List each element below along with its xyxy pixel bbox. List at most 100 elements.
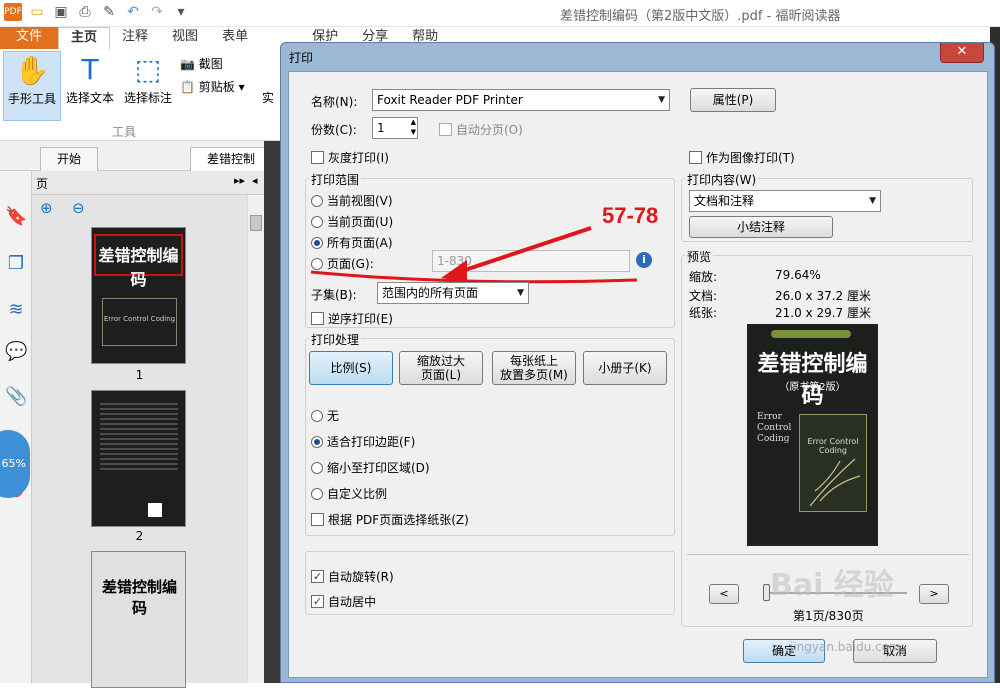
radio-shrink[interactable]: 缩小至打印区域(D) [311,459,430,476]
print-range-title: 打印范围 [309,171,362,188]
reverse-box [311,312,324,325]
grayscale-label: 灰度打印(I) [328,151,389,165]
select-annotation-icon: ⬚ [134,53,162,86]
preview-next-button[interactable]: > [919,584,949,604]
tab-file[interactable]: 文件 [0,27,59,49]
comments-icon[interactable]: 💬 [5,341,27,363]
fit-large-line2: 页面(L) [420,368,462,382]
zoom-in-thumb-icon[interactable]: ⊕ [40,199,53,217]
ribbon-home: ✋ 手形工具 T 选择文本 ⬚ 选择标注 📷 截图 📋 剪贴板 ▾ 实 工具 [0,49,280,141]
preview-slider-thumb[interactable] [763,584,770,601]
auto-center-label: 自动居中 [328,595,377,609]
radio-shrink-label: 缩小至打印区域(D) [327,461,430,475]
grayscale-checkbox[interactable]: 灰度打印(I) [311,149,389,166]
preview-paper-value: 21.0 x 29.7 厘米 [775,306,871,320]
preview-paper-label: 纸张: [689,306,718,320]
chevron-down-icon: ▼ [517,288,524,298]
tab-comment[interactable]: 注释 [110,27,160,49]
hand-tool-button[interactable]: ✋ 手形工具 [3,51,61,121]
radio-custom-scale-label: 自定义比例 [327,487,388,501]
radio-scale-none[interactable]: 无 [311,407,339,424]
select-annotation-label: 选择标注 [123,91,172,105]
reverse-label: 逆序打印(E) [328,312,393,326]
page-thumbnail-1[interactable]: 差错控制编码 Error Control Coding [91,227,186,364]
page-thumbnail-3[interactable]: 差错控制编码 [91,551,186,688]
booklet-button[interactable]: 小册子(K) [583,351,667,385]
save-icon[interactable]: ▣ [52,3,70,21]
app-title: 差错控制编码（第2版中文版）.pdf - 福昕阅读器 [560,9,841,24]
navigation-sidebar: 🔖 ❐ ≋ 💬 📎 ✪ [0,171,32,683]
collate-checkbox[interactable]: 自动分页(O) [439,121,523,138]
print-as-image-checkbox[interactable]: 作为图像打印(T) [689,149,795,166]
layers-icon[interactable]: ≋ [5,299,27,321]
quick-access-toolbar: PDF ▭ ▣ ⎙ ✎ ↶ ↷ ▾ [4,3,190,21]
customize-toolbar-icon[interactable]: ▾ [172,3,190,21]
copies-input[interactable]: 1 ▲ ▼ [372,117,418,139]
screenshot-button[interactable]: 📷 截图 [180,55,223,72]
partial-tool-label: 实 [262,91,275,105]
radio-fit-margins[interactable]: 适合打印边距(F) [311,433,415,450]
summarize-comments-button[interactable]: 小结注释 [689,216,833,238]
close-button[interactable]: ✕ [940,43,984,63]
tab-start[interactable]: 开始 [40,147,99,171]
chevron-down-icon: ▼ [869,196,876,206]
choose-paper-label: 根据 PDF页面选择纸张(Z) [328,513,469,527]
radio-custom-scale-dot [311,487,323,500]
print-as-image-box [689,151,702,164]
preview-title: 预览 [685,248,714,265]
clipboard-button[interactable]: 📋 剪贴板 ▾ [180,78,245,95]
preview-en-2: Control [757,423,792,433]
subset-select[interactable]: 范围内的所有页面 ▼ [377,282,529,304]
undo-icon[interactable]: ↶ [124,3,142,21]
select-text-button[interactable]: T 选择文本 [61,51,119,121]
tab-form[interactable]: 表单 [210,27,260,49]
auto-center-checkbox[interactable]: ✓ 自动居中 [311,593,376,610]
annotation-arrow-icon [441,226,592,282]
select-annotation-button[interactable]: ⬚ 选择标注 [119,51,177,121]
copies-spinner-icon[interactable]: ▲ ▼ [411,117,416,137]
preview-divider [687,554,969,555]
watermark-url: jingyan.baidu.com [790,640,901,654]
zoom-indicator[interactable]: 65% [0,430,30,498]
auto-rotate-checkbox[interactable]: ✓ 自动旋转(R) [311,568,394,585]
print-content-select[interactable]: 文档和注释 ▼ [689,190,881,212]
radio-fit-margins-dot [311,435,323,448]
hand-icon: ✋ [14,54,50,87]
tab-home[interactable]: 主页 [58,27,111,49]
pages-icon[interactable]: ❐ [5,253,27,275]
new-icon[interactable]: ✎ [100,3,118,21]
page-thumbnail-2[interactable] [91,390,186,527]
pages-panel-header: 页 ▸▸ ◂ [32,171,264,195]
preview-prev-button[interactable]: < [709,584,739,604]
radio-custom-scale[interactable]: 自定义比例 [311,485,387,502]
zoom-out-thumb-icon[interactable]: ⊖ [72,199,85,217]
preview-cover-en: Error Control Coding [757,412,791,445]
multiple-pages-button[interactable]: 每张纸上 放置多页(M) [492,351,576,385]
thumbnail-scrollbar[interactable] [247,195,264,683]
thumbnail-number-1: 1 [135,368,144,382]
reverse-checkbox[interactable]: 逆序打印(E) [311,310,393,327]
panel-expand-icon[interactable]: ▸▸ [234,174,245,187]
clipboard-icon: 📋 [180,80,195,94]
open-folder-icon[interactable]: ▭ [28,3,46,21]
properties-button[interactable]: 属性(P) [690,88,776,112]
print-icon[interactable]: ⎙ [76,3,94,21]
panel-collapse-icon[interactable]: ◂ [252,174,258,187]
subset-label: 子集(B): [311,288,357,302]
grayscale-box [311,151,324,164]
redo-icon[interactable]: ↷ [148,3,166,21]
thumbnail-number-2: 2 [135,529,144,543]
print-content-title: 打印内容(W) [685,171,759,188]
printer-select[interactable]: Foxit Reader PDF Printer ▼ [372,89,670,111]
select-text-icon: T [81,53,99,86]
dialog-title: 打印 [289,51,314,65]
fit-large-pages-button[interactable]: 缩放过大 页面(L) [399,351,483,385]
radio-fit-margins-label: 适合打印边距(F) [327,435,416,449]
scrollbar-thumb[interactable] [250,215,262,231]
bookmark-icon[interactable]: 🔖 [5,206,27,228]
choose-paper-checkbox[interactable]: 根据 PDF页面选择纸张(Z) [311,511,469,528]
tab-view[interactable]: 视图 [160,27,210,49]
attachment-icon[interactable]: 📎 [5,386,27,408]
scale-button[interactable]: 比例(S) [309,351,393,385]
preview-zoom-label: 缩放: [689,270,718,284]
